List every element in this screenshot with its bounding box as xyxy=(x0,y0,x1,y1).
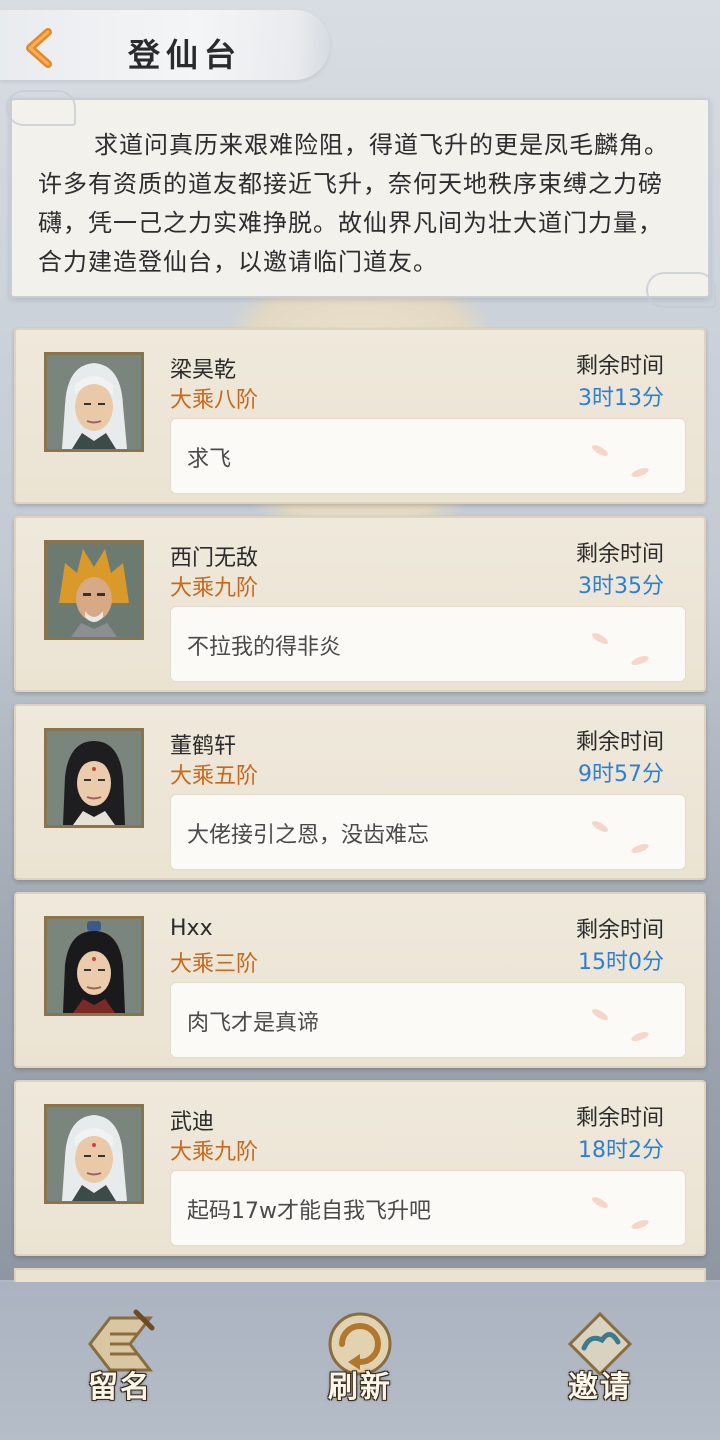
entry-list[interactable]: 梁昊乾 大乘八阶 剩余时间 3时13分 求飞 西门无敌 大乘九阶 剩余时间 3时… xyxy=(14,328,706,1268)
leave-name-label: 留名 xyxy=(88,1370,152,1405)
refresh-button[interactable]: 刷新 xyxy=(300,1304,420,1414)
player-name: 董鹤轩 xyxy=(170,734,237,759)
petal-decoration xyxy=(590,630,610,647)
player-rank: 大乘八阶 xyxy=(170,388,259,413)
message-text: 求飞 xyxy=(187,447,232,472)
back-button[interactable] xyxy=(14,22,66,74)
intro-text: 求道问真历来艰难险阻，得道飞升的更是凤毛麟角。许多有资质的道友都接近飞升，奈何天… xyxy=(38,131,669,276)
petal-decoration xyxy=(630,842,650,855)
list-item[interactable]: Hxx 大乘三阶 剩余时间 15时0分 肉飞才是真谛 xyxy=(14,892,706,1068)
petal-decoration xyxy=(590,1194,610,1211)
avatar[interactable] xyxy=(44,916,144,1016)
player-rank: 大乘九阶 xyxy=(170,576,259,601)
message-text: 起码17w才能自我飞升吧 xyxy=(187,1199,431,1224)
avatar[interactable] xyxy=(44,540,144,640)
black-hair-avatar-icon xyxy=(47,731,141,825)
petal-decoration xyxy=(590,818,610,835)
leave-name-button[interactable]: 留名 xyxy=(60,1304,180,1414)
invite-button[interactable]: 邀请 xyxy=(540,1304,660,1414)
remaining-time-value: 3时35分 xyxy=(578,574,664,599)
petal-decoration xyxy=(630,466,650,479)
message-text: 大佬接引之恩，没齿难忘 xyxy=(187,823,430,848)
remaining-time-label: 剩余时间 xyxy=(575,354,664,379)
avatar[interactable] xyxy=(44,1104,144,1204)
refresh-label: 刷新 xyxy=(328,1370,392,1405)
invite-label: 邀请 xyxy=(568,1370,632,1405)
message-box: 求飞 xyxy=(170,418,686,494)
back-arrow-icon xyxy=(26,28,52,68)
list-item[interactable]: 董鹤轩 大乘五阶 剩余时间 9时57分 大佬接引之恩，没齿难忘 xyxy=(14,704,706,880)
page-title: 登仙台 xyxy=(128,36,243,74)
header: 登仙台 xyxy=(0,0,720,92)
avatar[interactable] xyxy=(44,352,144,452)
message-box: 大佬接引之恩，没齿难忘 xyxy=(170,794,686,870)
avatar[interactable] xyxy=(44,728,144,828)
list-item[interactable]: 梁昊乾 大乘八阶 剩余时间 3时13分 求飞 xyxy=(14,328,706,504)
player-name: 西门无敌 xyxy=(170,546,259,571)
player-name: 梁昊乾 xyxy=(170,358,237,383)
petal-decoration xyxy=(590,442,610,459)
bottom-action-bar: 留名 刷新 邀请 xyxy=(0,1282,720,1440)
petal-decoration xyxy=(630,654,650,667)
message-text: 不拉我的得非炎 xyxy=(187,635,342,660)
message-box: 起码17w才能自我飞升吧 xyxy=(170,1170,686,1246)
player-rank: 大乘五阶 xyxy=(170,764,259,789)
intro-panel: 求道问真历来艰难险阻，得道飞升的更是凤毛麟角。许多有资质的道友都接近飞升，奈何天… xyxy=(6,90,716,308)
list-item[interactable]: 西门无敌 大乘九阶 剩余时间 3时35分 不拉我的得非炎 xyxy=(14,516,706,692)
remaining-time-value: 3时13分 xyxy=(578,386,664,411)
remaining-time-value: 9时57分 xyxy=(578,762,664,787)
message-text: 肉飞才是真谛 xyxy=(187,1011,320,1036)
player-rank: 大乘三阶 xyxy=(170,952,259,977)
player-name: 武迪 xyxy=(170,1110,215,1135)
remaining-time-value: 18时2分 xyxy=(578,1138,664,1163)
white-hair-avatar-icon xyxy=(47,1107,141,1201)
cloud-decoration xyxy=(6,90,76,126)
white-hair-avatar-icon xyxy=(47,355,141,449)
golden-hair-avatar-icon xyxy=(47,543,141,637)
topknot-avatar-icon xyxy=(47,919,141,1013)
petal-decoration xyxy=(630,1218,650,1231)
remaining-time-value: 15时0分 xyxy=(578,950,664,975)
message-box: 肉飞才是真谛 xyxy=(170,982,686,1058)
cloud-decoration xyxy=(646,272,716,308)
player-rank: 大乘九阶 xyxy=(170,1140,259,1165)
message-box: 不拉我的得非炎 xyxy=(170,606,686,682)
petal-decoration xyxy=(630,1030,650,1043)
remaining-time-label: 剩余时间 xyxy=(575,730,664,755)
player-name: Hxx xyxy=(170,916,213,941)
remaining-time-label: 剩余时间 xyxy=(575,918,664,943)
remaining-time-label: 剩余时间 xyxy=(575,542,664,567)
list-item[interactable]: 武迪 大乘九阶 剩余时间 18时2分 起码17w才能自我飞升吧 xyxy=(14,1080,706,1256)
petal-decoration xyxy=(590,1006,610,1023)
remaining-time-label: 剩余时间 xyxy=(575,1106,664,1131)
